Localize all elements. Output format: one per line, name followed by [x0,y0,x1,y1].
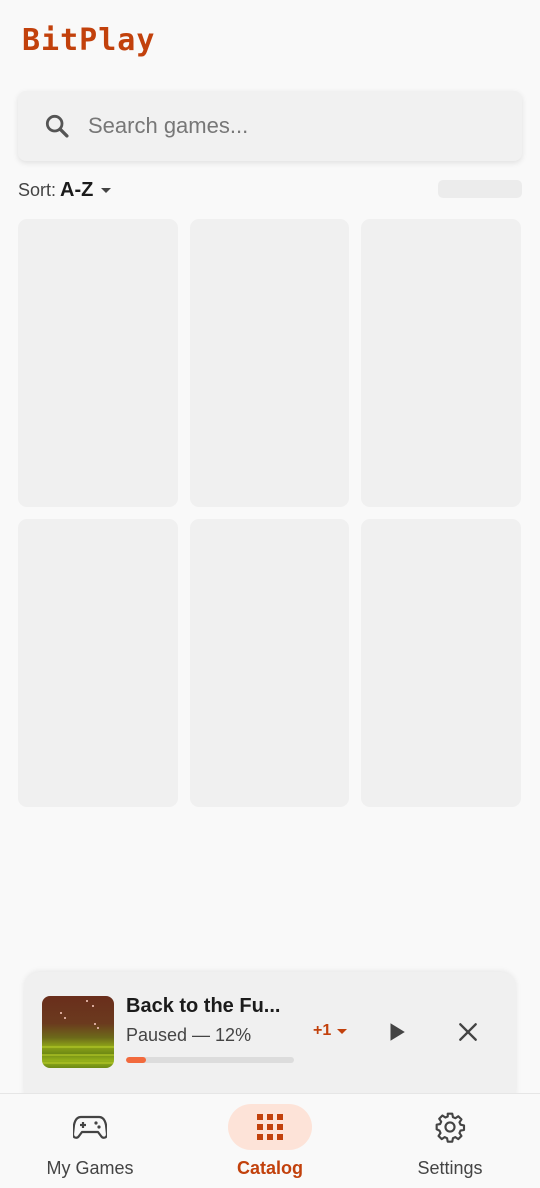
game-card-placeholder [18,519,178,807]
play-icon [390,1023,405,1041]
game-cover-thumbnail[interactable] [42,996,114,1068]
nav-label-settings: Settings [417,1158,483,1178]
sort-dropdown[interactable]: A-Z [60,179,93,202]
app-logo: BitPlay [22,23,156,58]
close-icon [459,1023,477,1041]
sort-label: Sort: [18,179,57,200]
chevron-down-icon[interactable] [101,187,112,193]
search-input[interactable] [88,113,488,139]
result-count-placeholder [438,180,522,198]
grid-icon [228,1104,312,1150]
close-button[interactable] [454,1018,482,1046]
nav-label-my-games: My Games [46,1158,134,1178]
now-playing-status: Paused — 12% [126,1025,252,1045]
progress-fill [126,1057,147,1063]
game-card-placeholder [190,219,349,507]
sort-row: Sort: A-Z [18,176,522,204]
play-button[interactable] [382,1018,410,1046]
gamepad-icon [48,1104,132,1150]
now-playing-progress [126,1057,294,1063]
queue-dropdown[interactable]: +1 [313,1022,348,1040]
queue-count: +1 [313,1022,332,1039]
game-card-placeholder [18,219,178,507]
catalog-grid [18,219,522,807]
game-card-placeholder [361,219,521,507]
game-card-placeholder [190,519,349,807]
nav-label-catalog: Catalog [236,1158,303,1178]
chevron-down-icon [337,1028,348,1034]
bottom-nav: My Games Catalog Settings [0,1093,540,1188]
search-icon [42,111,72,141]
now-playing-title: Back to the Fu... [126,995,281,1017]
gear-icon [408,1104,492,1150]
game-card-placeholder [361,519,521,807]
nav-item-settings[interactable]: Settings [360,1094,540,1188]
now-playing-bar[interactable]: Back to the Fu... Paused — 12% +1 [24,972,516,1096]
nav-item-catalog[interactable]: Catalog [180,1094,360,1188]
search-bar[interactable] [18,91,522,161]
app-header: BitPlay [22,24,155,58]
nav-item-my-games[interactable]: My Games [0,1094,180,1188]
